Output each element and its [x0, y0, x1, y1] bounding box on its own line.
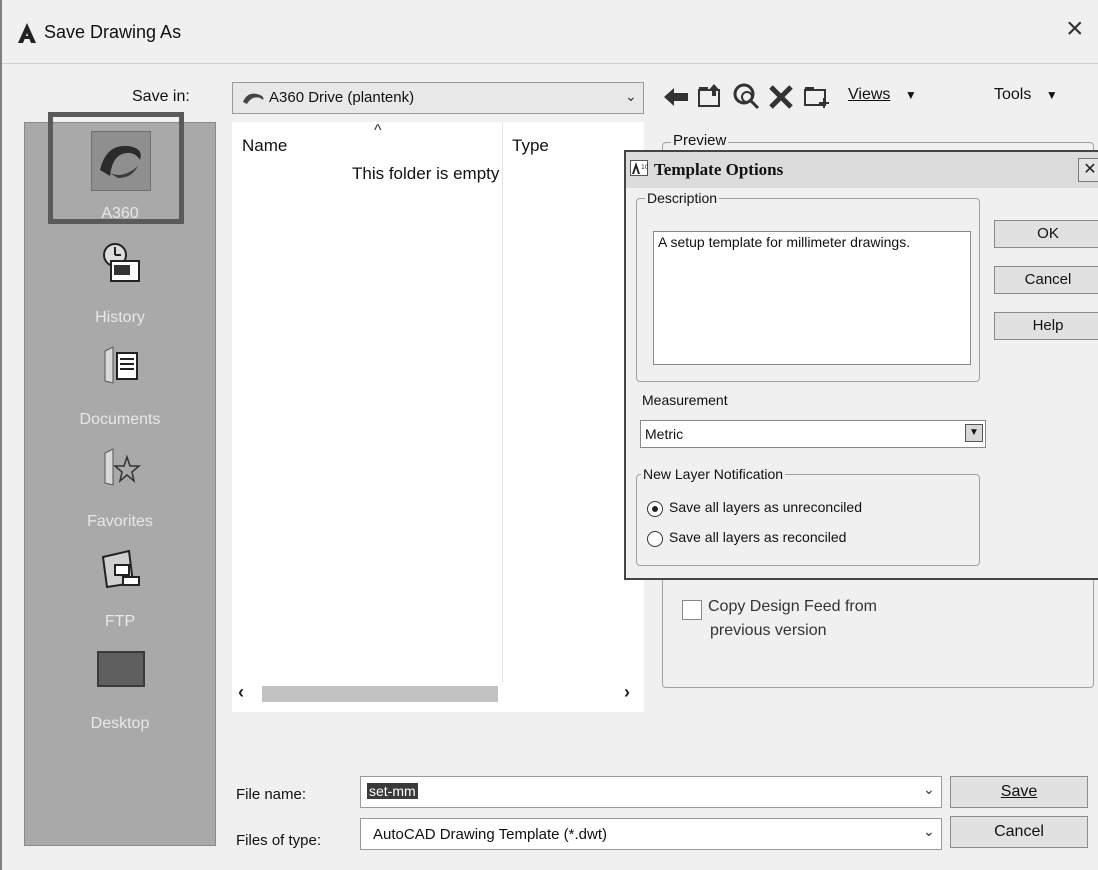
close-button[interactable]: ×: [1066, 14, 1084, 44]
template-options-title: Template Options: [654, 160, 784, 179]
autocad-logo-icon: [16, 22, 38, 44]
file-name-input[interactable]: set-mm ⌄: [360, 776, 942, 808]
save-button-label: Save: [1000, 783, 1038, 800]
save-button[interactable]: Save: [950, 776, 1088, 808]
history-icon[interactable]: [99, 241, 143, 285]
views-label: Views: [848, 86, 891, 103]
file-name-label: File name:: [236, 786, 307, 803]
documents-icon[interactable]: [101, 345, 141, 385]
place-label-documents[interactable]: Documents: [5, 411, 235, 429]
new-layer-notification-group: New Layer Notification Save all layers a…: [636, 466, 980, 566]
preview-label: Preview: [671, 132, 729, 149]
column-header-name[interactable]: Name: [242, 136, 287, 156]
file-name-value: set-mm: [367, 783, 418, 799]
scrollbar-thumb[interactable]: [262, 686, 498, 702]
horizontal-scrollbar[interactable]: ‹ ›: [232, 682, 644, 706]
search-web-icon[interactable]: [732, 82, 760, 110]
copy-design-feed-label: Copy Design Feed from: [708, 598, 877, 615]
copy-design-feed-label-line2: previous version: [710, 622, 827, 639]
file-type-select[interactable]: AutoCAD Drawing Template (*.dwt) ⌄: [360, 818, 942, 850]
views-dropdown-icon: ▼: [904, 88, 917, 102]
radio-reconciled-label[interactable]: Save all layers as reconciled: [669, 529, 846, 545]
a360-highlight-box: [48, 112, 184, 224]
column-divider: [502, 122, 503, 682]
description-textarea[interactable]: A setup template for millimeter drawings…: [653, 231, 971, 365]
chevron-down-icon: ⌄: [625, 88, 637, 104]
cancel-button[interactable]: Cancel: [950, 816, 1088, 848]
place-label-ftp[interactable]: FTP: [5, 613, 235, 631]
measurement-select[interactable]: Metric ▼: [640, 420, 986, 448]
tools-label: Tools: [994, 86, 1032, 103]
radio-unreconciled[interactable]: [647, 501, 663, 517]
autocad-small-icon: 10: [630, 160, 649, 176]
file-type-chevron-icon: ⌄: [923, 823, 935, 839]
up-folder-icon[interactable]: [696, 82, 724, 110]
svg-text:10: 10: [641, 164, 648, 171]
save-in-value: A360 Drive (plantenk): [269, 89, 415, 106]
file-name-chevron-icon: ⌄: [923, 781, 935, 797]
scroll-right-arrow[interactable]: ›: [624, 682, 630, 703]
ftp-icon[interactable]: [99, 547, 143, 591]
desktop-icon[interactable]: [97, 651, 145, 687]
new-folder-icon[interactable]: [802, 82, 830, 110]
file-type-label: Files of type:: [236, 832, 322, 849]
delete-icon[interactable]: [768, 84, 794, 110]
ok-button[interactable]: OK: [994, 220, 1098, 248]
tools-menu[interactable]: Tools ▼: [994, 86, 1058, 104]
measurement-value: Metric: [645, 426, 684, 442]
place-label-history[interactable]: History: [5, 309, 235, 327]
help-button[interactable]: Help: [994, 312, 1098, 340]
sort-up-icon: ^: [374, 122, 382, 139]
favorites-icon[interactable]: [101, 447, 142, 487]
empty-folder-message: This folder is empty: [352, 164, 500, 183]
description-label: Description: [645, 190, 720, 206]
radio-reconciled[interactable]: [647, 531, 663, 547]
save-in-select[interactable]: A360 Drive (plantenk) ⌄: [232, 82, 644, 114]
views-menu[interactable]: Views ▼: [848, 86, 917, 104]
save-in-label: Save in:: [132, 88, 190, 105]
places-bar: A360 History Documents Favorites FTP Des…: [24, 122, 216, 846]
place-label-favorites[interactable]: Favorites: [5, 513, 235, 531]
back-arrow-icon[interactable]: [662, 84, 690, 110]
window-title: Save Drawing As: [44, 22, 182, 42]
tools-dropdown-icon: ▼: [1045, 88, 1058, 102]
template-options-dialog: 10 Template Options ✕ Description A setu…: [624, 150, 1098, 580]
a360-small-icon: [241, 90, 267, 111]
radio-selected-dot: [652, 506, 658, 512]
title-divider: [2, 63, 1098, 64]
copy-design-feed-checkbox[interactable]: [682, 600, 702, 620]
description-group: Description A setup template for millime…: [636, 190, 980, 382]
description-value: A setup template for millimeter drawings…: [658, 234, 911, 250]
save-drawing-dialog: Save Drawing As × Save in: A360 Drive (p…: [0, 0, 1098, 870]
column-header-type[interactable]: Type: [512, 136, 549, 156]
measurement-dropdown-icon[interactable]: ▼: [965, 424, 983, 442]
scroll-left-arrow[interactable]: ‹: [238, 682, 244, 703]
file-list[interactable]: Name ^ Type This folder is empty ‹ ›: [232, 122, 644, 712]
template-options-titlebar: 10 Template Options ✕: [626, 152, 1098, 188]
file-type-value: AutoCAD Drawing Template (*.dwt): [373, 826, 607, 843]
place-label-desktop[interactable]: Desktop: [5, 715, 235, 733]
template-cancel-button[interactable]: Cancel: [994, 266, 1098, 294]
radio-unreconciled-label[interactable]: Save all layers as unreconciled: [669, 499, 862, 515]
template-close-icon[interactable]: ✕: [1078, 158, 1098, 182]
new-layer-notification-label: New Layer Notification: [641, 466, 786, 482]
measurement-label: Measurement: [642, 392, 728, 408]
